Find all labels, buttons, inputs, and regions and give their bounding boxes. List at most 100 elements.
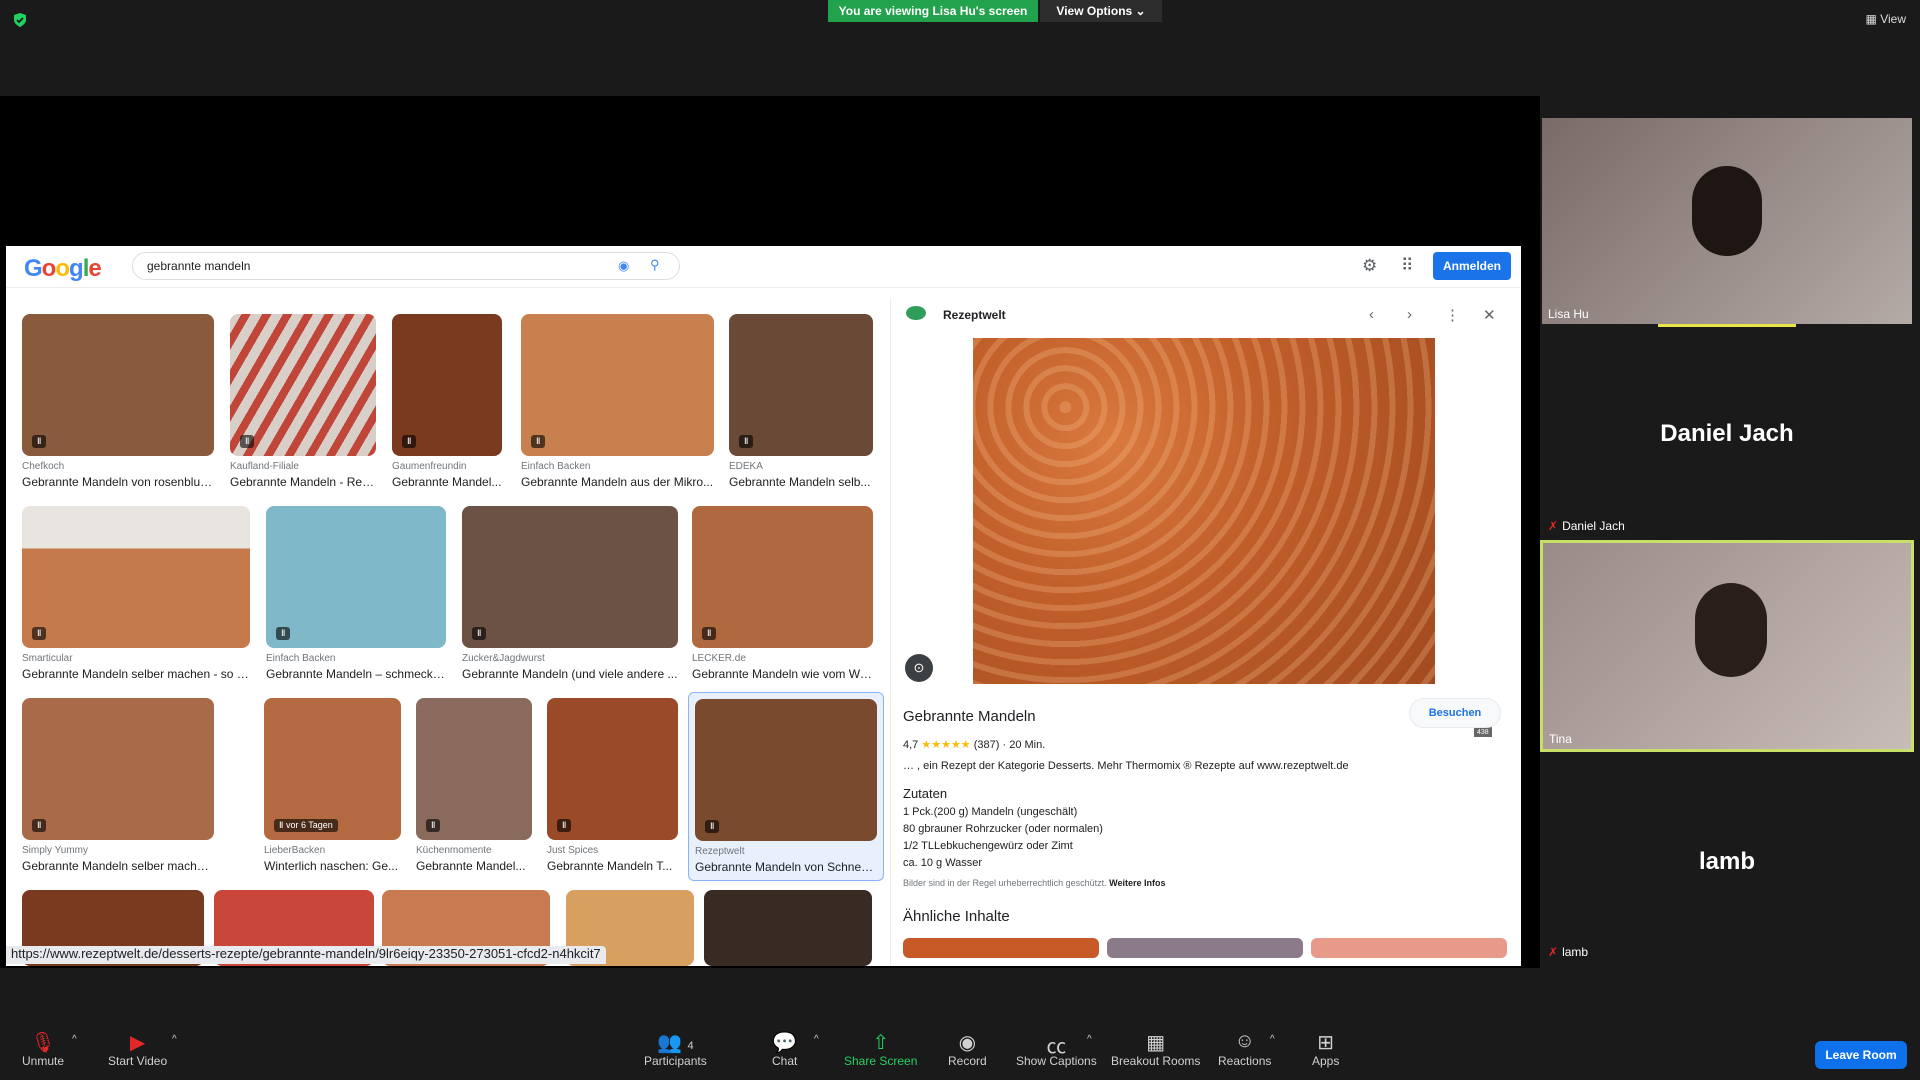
video-options-caret[interactable]: ^ xyxy=(172,1034,177,1045)
result-source: LECKER.de xyxy=(692,653,746,664)
result-title[interactable]: Gebrannte Mandeln selb... xyxy=(729,475,873,489)
result-thumbnail[interactable]: Ⅱ xyxy=(521,314,714,456)
unmute-button[interactable]: 🎙 Unmute xyxy=(22,1030,64,1068)
more-vert-icon[interactable]: ⋮ xyxy=(1445,306,1460,324)
breakout-rooms-button[interactable]: ▦ Breakout Rooms xyxy=(1111,1030,1200,1068)
lens-icon[interactable]: ⊙ xyxy=(905,654,933,682)
result-thumbnail[interactable] xyxy=(704,890,872,966)
image-result[interactable]: Ⅱ Gaumenfreundin Gebrannte Mandel... xyxy=(392,314,502,489)
view-button[interactable]: ▦ View xyxy=(1866,12,1906,26)
result-thumbnail[interactable]: Ⅱ xyxy=(22,698,214,840)
image-result[interactable]: Ⅱ EDEKA Gebrannte Mandeln selb... xyxy=(729,314,873,489)
video-tile-daniel-jach[interactable]: Daniel Jach ✗ Daniel Jach xyxy=(1542,330,1912,536)
result-thumbnail[interactable]: Ⅱ xyxy=(230,314,376,456)
result-title[interactable]: Gebrannte Mandeln – schmecke... xyxy=(266,667,446,681)
result-thumbnail[interactable]: Ⅱ xyxy=(266,506,446,648)
result-title[interactable]: Gebrannte Mandel... xyxy=(416,859,532,873)
result-title[interactable]: Gebrannte Mandeln selber machen | Sim... xyxy=(22,859,214,873)
signin-button[interactable]: Anmelden xyxy=(1433,252,1511,280)
caret-up-icon: ^ xyxy=(1087,1034,1092,1045)
similar-thumbnail[interactable] xyxy=(903,938,1099,958)
apps-button[interactable]: ⊞ Apps xyxy=(1312,1030,1339,1068)
panel-title[interactable]: Gebrannte Mandeln xyxy=(903,708,1036,725)
share-screen-button[interactable]: ⇧ Share Screen xyxy=(844,1030,917,1068)
result-source: Rezeptwelt xyxy=(695,846,745,857)
participant-name-text: lamb xyxy=(1562,945,1589,959)
image-result[interactable]: Ⅱ Einfach Backen Gebrannte Mandeln – sch… xyxy=(266,506,446,681)
recipe-icon: Ⅱ xyxy=(739,435,754,448)
result-title[interactable]: Gebrannte Mandeln von Schnec... xyxy=(695,860,877,874)
result-title[interactable]: Gebrannte Mandeln T... xyxy=(547,859,678,873)
view-options-button[interactable]: View Options ⌄ xyxy=(1040,0,1162,22)
result-thumbnail[interactable]: Ⅱ vor 6 Tagen xyxy=(264,698,401,840)
gear-icon[interactable]: ⚙ xyxy=(1362,256,1377,276)
video-tile-tina[interactable]: Tina xyxy=(1540,540,1914,752)
chevron-right-icon[interactable]: › xyxy=(1407,306,1412,323)
result-title[interactable]: Gebrannte Mandeln aus der Mikro... xyxy=(521,475,714,489)
camera-icon[interactable]: ◉ xyxy=(618,258,629,274)
preview-image[interactable]: 565 × 438 xyxy=(973,338,1492,737)
similar-thumbnail[interactable] xyxy=(1311,938,1507,958)
result-thumbnail[interactable]: Ⅱ xyxy=(392,314,502,456)
ingredient-item: ca. 10 g Wasser xyxy=(903,857,983,869)
participant-name: Tina xyxy=(1549,732,1572,746)
image-result-selected[interactable]: Ⅱ Rezeptwelt Gebrannte Mandeln von Schne… xyxy=(688,692,884,881)
panel-rating: 4,7 ★★★★★ (387) · 20 Min. xyxy=(903,739,1046,751)
audio-options-caret[interactable]: ^ xyxy=(72,1034,77,1045)
result-title[interactable]: Gebrannte Mandeln (und viele andere ... xyxy=(462,667,678,681)
similar-thumbnail[interactable] xyxy=(1107,938,1303,958)
reactions-label: Reactions xyxy=(1218,1054,1272,1068)
video-tile-lisa-hu[interactable]: Lisa Hu xyxy=(1542,118,1912,327)
search-input[interactable]: gebrannte mandeln xyxy=(132,252,680,280)
record-button[interactable]: ◉ Record xyxy=(948,1030,987,1068)
result-thumbnail[interactable]: Ⅱ xyxy=(692,506,873,648)
search-icon[interactable]: ⚲ xyxy=(650,257,660,273)
reactions-options-caret[interactable]: ^ xyxy=(1270,1034,1275,1045)
image-result[interactable]: Ⅱ LECKER.de Gebrannte Mandeln wie vom We… xyxy=(692,506,873,681)
leave-room-button[interactable]: Leave Room xyxy=(1815,1041,1907,1069)
captions-options-caret[interactable]: ^ xyxy=(1087,1034,1092,1045)
image-result[interactable]: Ⅱ vor 6 Tagen LieberBacken Winterlich na… xyxy=(264,698,401,873)
recipe-icon: Ⅱ xyxy=(472,627,487,640)
image-result[interactable]: Ⅱ Küchenmomente Gebrannte Mandel... xyxy=(416,698,532,873)
image-result[interactable] xyxy=(704,890,872,966)
result-thumbnail[interactable]: Ⅱ xyxy=(462,506,678,648)
result-thumbnail[interactable]: Ⅱ xyxy=(416,698,532,840)
chat-button[interactable]: 💬 Chat xyxy=(772,1030,797,1068)
visit-button[interactable]: Besuchen xyxy=(1409,698,1501,728)
reactions-button[interactable]: ☺ Reactions xyxy=(1218,1030,1271,1068)
result-source: Just Spices xyxy=(547,845,599,856)
image-result[interactable]: Ⅱ Kaufland-Filiale Gebrannte Mandeln - R… xyxy=(230,314,376,489)
result-thumbnail[interactable]: Ⅱ xyxy=(547,698,678,840)
video-off-icon: ▶ xyxy=(129,1032,146,1054)
apps-grid-icon[interactable]: ⠿ xyxy=(1401,256,1413,276)
result-title[interactable]: Gebrannte Mandeln von rosenblue... xyxy=(22,475,214,489)
participants-button[interactable]: 👥 4 Participants xyxy=(644,1030,707,1068)
panel-description: … , ein Rezept der Kategorie Desserts. M… xyxy=(903,760,1349,772)
start-video-button[interactable]: ▶ Start Video xyxy=(108,1030,167,1068)
panel-site-name[interactable]: Rezeptwelt xyxy=(943,308,1006,322)
image-result[interactable]: Ⅱ Chefkoch Gebrannte Mandeln von rosenbl… xyxy=(22,314,214,489)
result-title[interactable]: Gebrannte Mandeln wie vom We... xyxy=(692,667,873,681)
close-icon[interactable]: ✕ xyxy=(1483,306,1496,324)
result-title[interactable]: Winterlich naschen: Ge... xyxy=(264,859,401,873)
image-result[interactable]: Ⅱ Simply Yummy Gebrannte Mandeln selber … xyxy=(22,698,214,873)
show-captions-button[interactable]: ㏄ Show Captions xyxy=(1016,1030,1097,1068)
result-title[interactable]: Gebrannte Mandeln - Rez... xyxy=(230,475,376,489)
image-result[interactable]: Ⅱ Just Spices Gebrannte Mandeln T... xyxy=(547,698,678,873)
result-thumbnail[interactable]: Ⅱ xyxy=(729,314,873,456)
chat-options-caret[interactable]: ^ xyxy=(814,1034,819,1045)
image-result[interactable]: Ⅱ Zucker&Jagdwurst Gebrannte Mandeln (un… xyxy=(462,506,678,681)
more-info-link[interactable]: Weitere Infos xyxy=(1109,878,1165,888)
result-title[interactable]: Gebrannte Mandeln selber machen - so g..… xyxy=(22,667,250,681)
video-tile-lamb[interactable]: lamb ✗ lamb xyxy=(1542,756,1912,962)
google-logo[interactable]: Google xyxy=(24,255,102,283)
result-thumbnail[interactable]: Ⅱ xyxy=(22,506,250,648)
result-title[interactable]: Gebrannte Mandel... xyxy=(392,475,502,489)
result-thumbnail[interactable]: Ⅱ xyxy=(22,314,214,456)
image-result[interactable]: Ⅱ Einfach Backen Gebrannte Mandeln aus d… xyxy=(521,314,714,489)
result-thumbnail[interactable]: Ⅱ xyxy=(695,699,877,841)
participant-name: Lisa Hu xyxy=(1548,307,1589,321)
chevron-left-icon[interactable]: ‹ xyxy=(1369,306,1374,323)
image-result[interactable]: Ⅱ Smarticular Gebrannte Mandeln selber m… xyxy=(22,506,250,681)
